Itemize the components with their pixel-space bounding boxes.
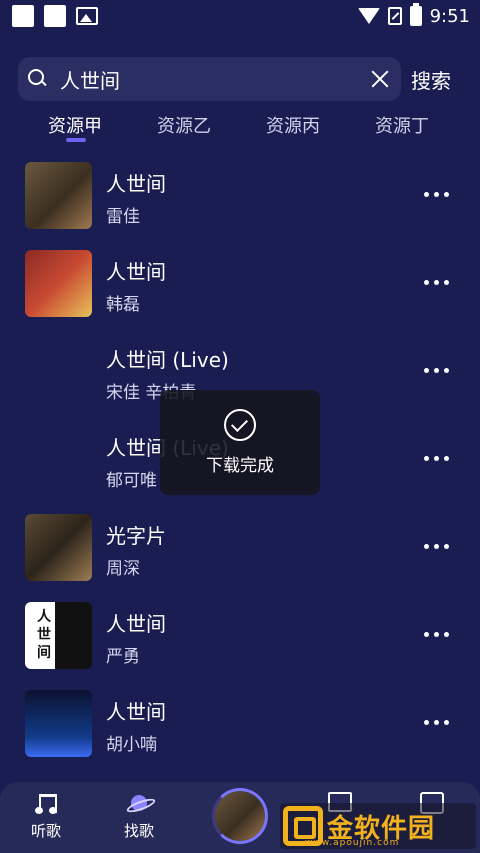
wifi-icon	[357, 8, 380, 24]
nav-discover[interactable]: 找歌	[109, 792, 169, 841]
more-options-icon[interactable]	[424, 192, 449, 197]
source-tabs: 资源甲 资源乙 资源丙 资源丁	[0, 108, 480, 148]
song-title: 人世间	[106, 172, 166, 196]
song-item[interactable]: 人世间 雷佳	[0, 150, 480, 238]
nav-discover-label: 找歌	[123, 822, 154, 840]
album-cover	[25, 514, 92, 581]
song-title: 人世间	[106, 700, 166, 724]
song-title: 光字片	[106, 524, 166, 548]
active-tab-indicator	[66, 138, 86, 142]
clear-icon[interactable]	[369, 68, 391, 90]
check-circle-icon	[224, 409, 256, 441]
song-artist: 郁可唯	[106, 471, 157, 491]
tab-source-d[interactable]: 资源丁	[375, 112, 429, 138]
song-item[interactable]: 人世间 胡小喃	[0, 678, 480, 766]
image-notification-icon	[76, 7, 98, 25]
status-bar: 9:51	[0, 0, 480, 32]
song-title: 人世间	[106, 260, 166, 284]
notification-square-icon	[44, 5, 66, 27]
song-item[interactable]: 人世间 韩磊	[0, 238, 480, 326]
more-options-icon[interactable]	[424, 280, 449, 285]
music-note-icon	[35, 792, 57, 816]
song-artist: 雷佳	[106, 207, 140, 227]
notification-square-icon	[12, 5, 34, 27]
more-options-icon[interactable]	[424, 456, 449, 461]
tab-source-b[interactable]: 资源乙	[157, 112, 211, 138]
more-options-icon[interactable]	[424, 720, 449, 725]
album-cover: 人世间	[25, 602, 92, 669]
tab-source-a[interactable]: 资源甲	[48, 112, 102, 138]
search-box[interactable]	[18, 57, 401, 101]
nav-listen-label: 听歌	[30, 822, 61, 840]
song-item[interactable]: 人世间 人世间 严勇	[0, 590, 480, 678]
song-artist: 周深	[106, 559, 140, 579]
song-item[interactable]: 光字片 周深	[0, 502, 480, 590]
sim-card-icon	[387, 7, 402, 25]
song-title: 人世间 (Live)	[106, 348, 229, 372]
song-title: 人世间	[106, 612, 166, 636]
toast-message: 下载完成	[206, 456, 274, 476]
more-options-icon[interactable]	[424, 544, 449, 549]
planet-icon	[126, 792, 152, 816]
album-cover	[25, 690, 92, 757]
now-playing-disc[interactable]	[212, 788, 268, 844]
album-cover	[25, 250, 92, 317]
watermark-url: www.apoujin.com	[305, 838, 400, 848]
tab-source-c[interactable]: 资源丙	[266, 112, 320, 138]
search-icon	[28, 69, 48, 89]
song-artist: 严勇	[106, 647, 140, 667]
status-time: 9:51	[429, 5, 470, 27]
download-toast: 下载完成	[160, 390, 320, 495]
song-artist: 韩磊	[106, 295, 140, 315]
more-options-icon[interactable]	[424, 368, 449, 373]
more-options-icon[interactable]	[424, 632, 449, 637]
search-button[interactable]: 搜索	[411, 65, 451, 94]
search-row: 搜索	[18, 57, 468, 101]
battery-icon	[409, 3, 422, 26]
search-input[interactable]	[60, 64, 369, 94]
nav-listen[interactable]: 听歌	[16, 792, 76, 841]
album-cover-text: 人世间	[37, 609, 51, 661]
album-cover	[25, 162, 92, 229]
song-artist: 胡小喃	[106, 735, 157, 755]
